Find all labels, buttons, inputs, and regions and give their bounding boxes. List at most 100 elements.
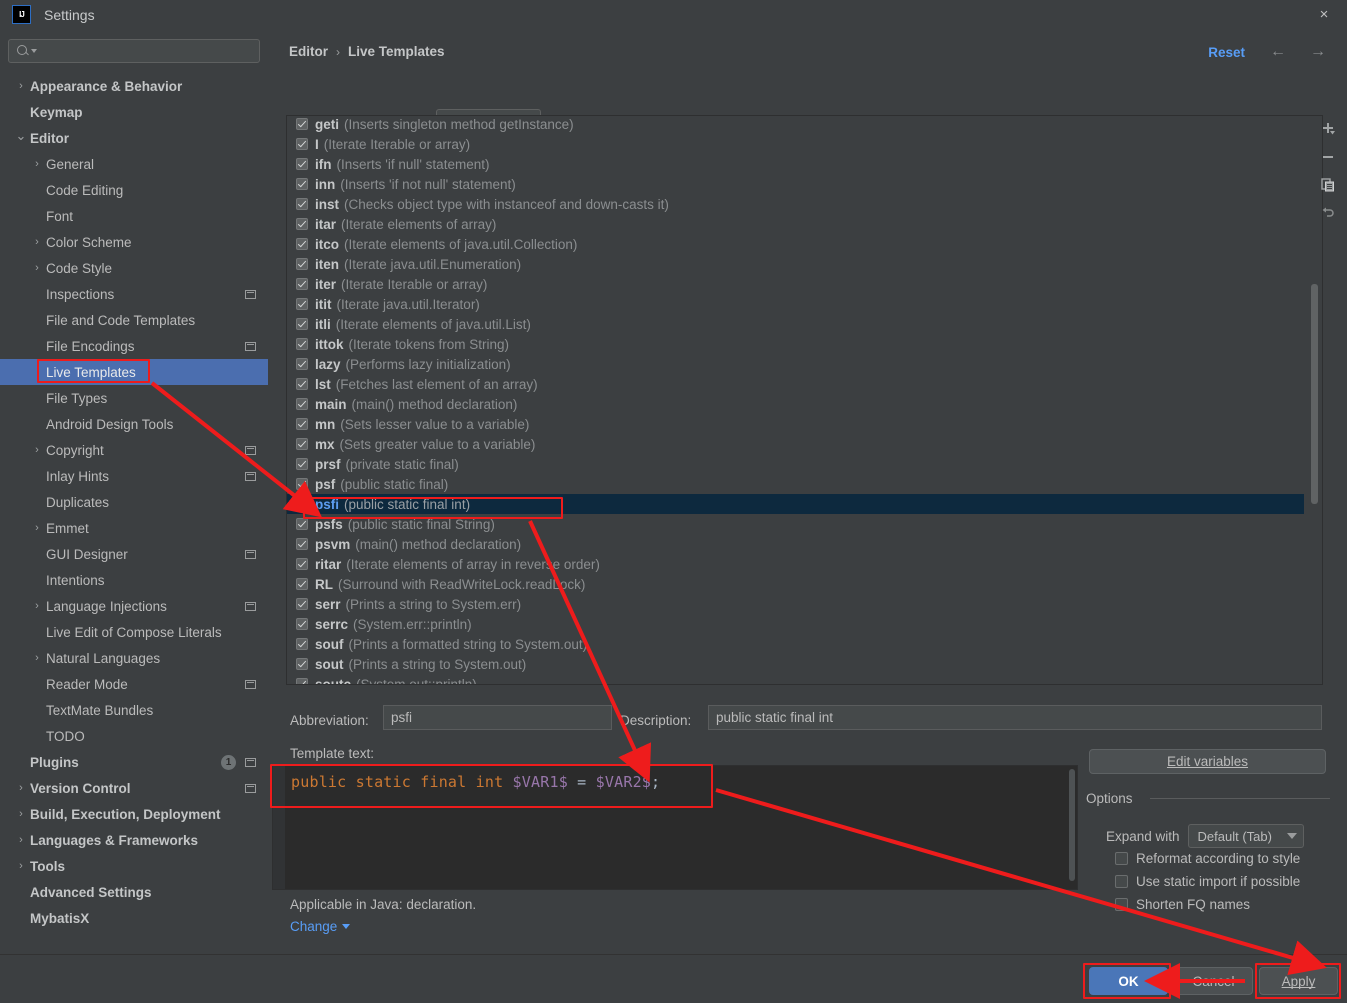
template-row[interactable]: soutc (System.out::println) xyxy=(287,674,1304,684)
template-row[interactable]: sout (Prints a string to System.out) xyxy=(287,654,1304,674)
sidebar-item-android-design-tools[interactable]: Android Design Tools xyxy=(0,411,268,437)
template-enabled-checkbox[interactable] xyxy=(296,618,308,630)
expand-with-select[interactable]: Default (Tab) xyxy=(1187,824,1304,848)
template-enabled-checkbox[interactable] xyxy=(296,438,308,450)
sidebar-item-advanced-settings[interactable]: Advanced Settings xyxy=(0,879,268,905)
chevron-right-icon[interactable]: › xyxy=(30,522,44,534)
shorten-fq-checkbox[interactable] xyxy=(1115,898,1128,911)
template-text-editor[interactable]: public static final int $VAR1$ = $VAR2$; xyxy=(272,765,1078,890)
sidebar-item-font[interactable]: Font xyxy=(0,203,268,229)
shorten-fq-option-row[interactable]: Shorten FQ names xyxy=(1115,897,1250,912)
template-row[interactable]: psfs (public static final String) xyxy=(287,514,1304,534)
template-row[interactable]: lazy (Performs lazy initialization) xyxy=(287,354,1304,374)
chevron-right-icon[interactable]: › xyxy=(14,834,28,846)
template-enabled-checkbox[interactable] xyxy=(296,478,308,490)
template-enabled-checkbox[interactable] xyxy=(296,198,308,210)
chevron-right-icon[interactable]: › xyxy=(30,158,44,170)
template-enabled-checkbox[interactable] xyxy=(296,558,308,570)
template-enabled-checkbox[interactable] xyxy=(296,498,308,510)
chevron-right-icon[interactable]: › xyxy=(14,80,28,92)
template-enabled-checkbox[interactable] xyxy=(296,358,308,370)
sidebar-item-file-encodings[interactable]: File Encodings xyxy=(0,333,268,359)
sidebar-item-color-scheme[interactable]: › Color Scheme xyxy=(0,229,268,255)
sidebar-item-language-injections[interactable]: › Language Injections xyxy=(0,593,268,619)
sidebar-item-inspections[interactable]: Inspections xyxy=(0,281,268,307)
sidebar-item-editor[interactable]: ⌄ Editor xyxy=(0,125,268,151)
static-import-option-row[interactable]: Use static import if possible xyxy=(1115,874,1300,889)
template-row[interactable]: serrc (System.err::println) xyxy=(287,614,1304,634)
search-input[interactable] xyxy=(37,42,259,60)
remove-template-button[interactable] xyxy=(1309,143,1347,171)
chevron-right-icon[interactable]: › xyxy=(30,262,44,274)
template-enabled-checkbox[interactable] xyxy=(296,318,308,330)
forward-arrow-icon[interactable]: → xyxy=(1307,43,1329,63)
template-enabled-checkbox[interactable] xyxy=(296,378,308,390)
editor-scrollbar-thumb[interactable] xyxy=(1069,769,1075,881)
reformat-checkbox[interactable] xyxy=(1115,852,1128,865)
sidebar-item-emmet[interactable]: › Emmet xyxy=(0,515,268,541)
chevron-right-icon[interactable]: › xyxy=(30,652,44,664)
sidebar-item-intentions[interactable]: Intentions xyxy=(0,567,268,593)
template-row[interactable]: itco (Iterate elements of java.util.Colle… xyxy=(287,234,1304,254)
sidebar-item-build-execution-deployment[interactable]: › Build, Execution, Deployment xyxy=(0,801,268,827)
template-row[interactable]: inst (Checks object type with instanceof … xyxy=(287,194,1304,214)
chevron-right-icon[interactable]: › xyxy=(14,860,28,872)
template-enabled-checkbox[interactable] xyxy=(296,538,308,550)
search-box[interactable] xyxy=(8,39,260,63)
sidebar-item-version-control[interactable]: › Version Control xyxy=(0,775,268,801)
breadcrumb-item-editor[interactable]: Editor xyxy=(289,44,328,59)
abbreviation-input[interactable]: psfi xyxy=(383,705,612,730)
template-enabled-checkbox[interactable] xyxy=(296,118,308,130)
sidebar-item-reader-mode[interactable]: Reader Mode xyxy=(0,671,268,697)
template-row[interactable]: mx (Sets greater value to a variable) xyxy=(287,434,1304,454)
sidebar-item-general[interactable]: › General xyxy=(0,151,268,177)
sidebar-item-file-types[interactable]: File Types xyxy=(0,385,268,411)
template-enabled-checkbox[interactable] xyxy=(296,238,308,250)
template-enabled-checkbox[interactable] xyxy=(296,138,308,150)
cancel-button[interactable]: Cancel xyxy=(1174,967,1253,995)
chevron-right-icon[interactable]: › xyxy=(30,444,44,456)
chevron-right-icon[interactable]: › xyxy=(14,808,28,820)
template-row[interactable]: inn (Inserts 'if not null' statement) xyxy=(287,174,1304,194)
template-row[interactable]: prsf (private static final) xyxy=(287,454,1304,474)
sidebar-item-duplicates[interactable]: Duplicates xyxy=(0,489,268,515)
chevron-down-icon[interactable]: ⌄ xyxy=(14,129,28,142)
static-import-checkbox[interactable] xyxy=(1115,875,1128,888)
template-row[interactable]: psvm (main() method declaration) xyxy=(287,534,1304,554)
chevron-right-icon[interactable]: › xyxy=(30,600,44,612)
template-row[interactable]: ifn (Inserts 'if null' statement) xyxy=(287,154,1304,174)
apply-button[interactable]: Apply xyxy=(1259,967,1338,995)
template-row[interactable]: psfi (public static final int) xyxy=(287,494,1304,514)
template-enabled-checkbox[interactable] xyxy=(296,678,308,684)
sidebar-item-inlay-hints[interactable]: Inlay Hints xyxy=(0,463,268,489)
template-row[interactable]: I (Iterate Iterable or array) xyxy=(287,134,1304,154)
template-row[interactable]: itar (Iterate elements of array) xyxy=(287,214,1304,234)
sidebar-item-file-and-code-templates[interactable]: File and Code Templates xyxy=(0,307,268,333)
back-arrow-icon[interactable]: ← xyxy=(1267,43,1289,63)
edit-variables-button[interactable]: Edit variables xyxy=(1089,749,1326,774)
template-enabled-checkbox[interactable] xyxy=(296,418,308,430)
template-enabled-checkbox[interactable] xyxy=(296,298,308,310)
template-row[interactable]: itit (Iterate java.util.Iterator) xyxy=(287,294,1304,314)
add-template-button[interactable] xyxy=(1309,115,1347,143)
live-templates-list[interactable]: geti (Inserts singleton method getInstanc… xyxy=(286,115,1323,685)
template-enabled-checkbox[interactable] xyxy=(296,218,308,230)
template-enabled-checkbox[interactable] xyxy=(296,518,308,530)
sidebar-item-code-style[interactable]: › Code Style xyxy=(0,255,268,281)
sidebar-item-languages-frameworks[interactable]: › Languages & Frameworks xyxy=(0,827,268,853)
reset-link[interactable]: Reset xyxy=(1208,45,1245,60)
template-enabled-checkbox[interactable] xyxy=(296,598,308,610)
template-enabled-checkbox[interactable] xyxy=(296,398,308,410)
sidebar-item-textmate-bundles[interactable]: TextMate Bundles xyxy=(0,697,268,723)
template-row[interactable]: ritar (Iterate elements of array in rever… xyxy=(287,554,1304,574)
sidebar-item-code-editing[interactable]: Code Editing xyxy=(0,177,268,203)
reformat-option-row[interactable]: Reformat according to style xyxy=(1115,851,1300,866)
template-row[interactable]: lst (Fetches last element of an array) xyxy=(287,374,1304,394)
close-icon[interactable]: × xyxy=(1301,0,1347,29)
change-context-link[interactable]: Change xyxy=(290,919,351,934)
template-row[interactable]: iter (Iterate Iterable or array) xyxy=(287,274,1304,294)
template-row[interactable]: mn (Sets lesser value to a variable) xyxy=(287,414,1304,434)
sidebar-item-copyright[interactable]: › Copyright xyxy=(0,437,268,463)
chevron-right-icon[interactable]: › xyxy=(14,782,28,794)
template-row[interactable]: RL (Surround with ReadWriteLock.readLock) xyxy=(287,574,1304,594)
